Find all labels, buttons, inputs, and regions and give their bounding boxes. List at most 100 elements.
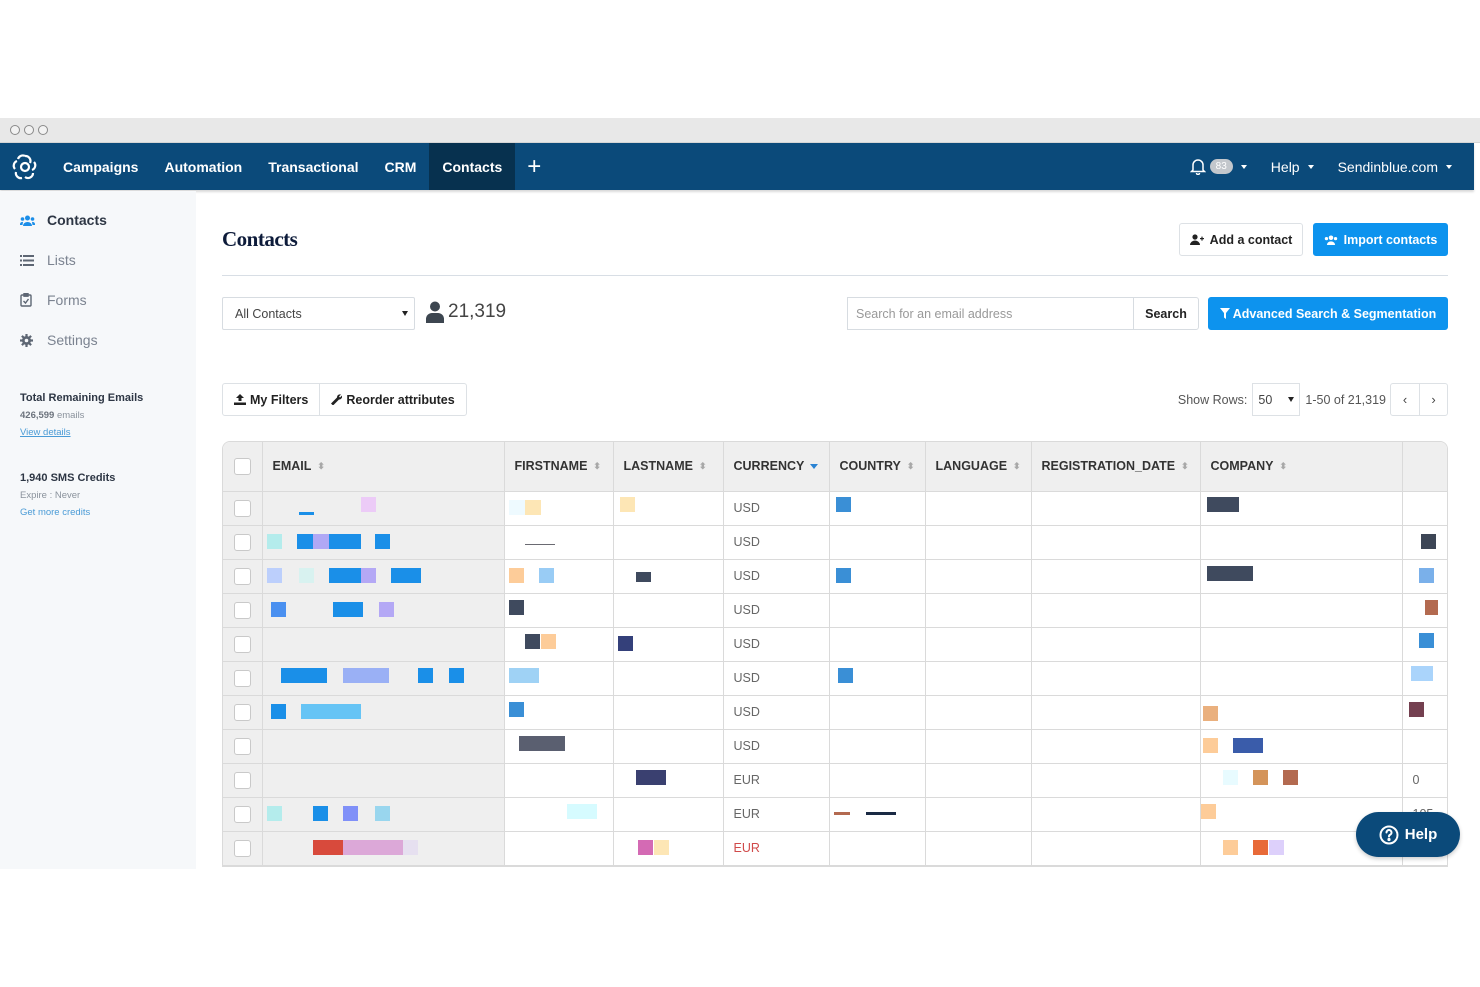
column-header-language[interactable]: LANGUAGE ⬍: [925, 442, 1032, 492]
row-checkbox[interactable]: [233, 533, 251, 551]
table-row[interactable]: USD: [223, 695, 1447, 730]
country-cell: [829, 763, 926, 798]
select-all-checkbox-cell: [223, 442, 263, 492]
column-header-company[interactable]: COMPANY ⬍: [1200, 442, 1403, 492]
currency-cell: USD: [723, 559, 830, 594]
sort-icon: ⬍: [1279, 461, 1288, 472]
advanced-search-button[interactable]: Advanced Search & Segmentation: [1208, 297, 1448, 330]
email-cell: [262, 661, 505, 696]
row-checkbox[interactable]: [233, 737, 251, 755]
window-titlebar: [0, 118, 1480, 143]
company-cell: [1200, 763, 1403, 798]
redacted-value-block: [332, 601, 363, 617]
rows-per-page-select[interactable]: 50: [1252, 383, 1301, 416]
add-contact-button[interactable]: Add a contact: [1179, 223, 1303, 256]
email-cell: [262, 525, 505, 560]
column-header-registration-date[interactable]: REGISTRATION_DATE ⬍: [1031, 442, 1201, 492]
account-menu[interactable]: Sendinblue.com: [1326, 159, 1464, 175]
table-row[interactable]: EUR: [223, 831, 1447, 866]
lastname-cell: [613, 491, 724, 526]
email-cell: [262, 491, 505, 526]
redacted-value-block: [1408, 701, 1424, 717]
row-checkbox[interactable]: [233, 499, 251, 517]
column-header-extra[interactable]: [1402, 442, 1447, 492]
caret-down-icon: [402, 311, 408, 316]
table-row[interactable]: USD: [223, 729, 1447, 764]
list-selector[interactable]: All Contacts: [222, 297, 415, 330]
column-header-email[interactable]: EMAIL ⬍: [262, 442, 505, 492]
redacted-value-block: [524, 543, 555, 545]
next-page-button[interactable]: ›: [1419, 384, 1447, 415]
language-cell: [925, 593, 1032, 628]
sidebar-item-forms[interactable]: Forms: [0, 280, 196, 320]
column-header-firstname[interactable]: FIRSTNAME ⬍: [504, 442, 614, 492]
email-credits-panel: Total Remaining Emails 426,599 emails Vi…: [0, 392, 196, 438]
view-details-link[interactable]: View details: [20, 427, 176, 438]
get-more-credits-link[interactable]: Get more credits: [20, 507, 176, 518]
table-row[interactable]: USD: [223, 661, 1447, 696]
nav-transactional[interactable]: Transactional: [255, 143, 371, 190]
window-maximize-button[interactable]: [38, 125, 48, 135]
nav-automation[interactable]: Automation: [151, 143, 255, 190]
contacts-table: EMAIL ⬍ FIRSTNAME ⬍ LASTNAME ⬍ CURRENCY COU…: [222, 441, 1448, 867]
sidebar-item-settings[interactable]: Settings: [0, 320, 196, 360]
window-close-button[interactable]: [10, 125, 20, 135]
sort-icon: ⬍: [317, 461, 325, 472]
row-checkbox[interactable]: [233, 771, 251, 789]
table-row[interactable]: USD: [223, 525, 1447, 560]
sort-descending-icon: [810, 464, 819, 470]
previous-page-button[interactable]: ‹: [1391, 384, 1419, 415]
my-filters-button[interactable]: My Filters: [223, 384, 319, 415]
redacted-value-block: [270, 601, 286, 617]
language-cell: [925, 525, 1032, 560]
notifications-dropdown[interactable]: 83: [1178, 158, 1259, 175]
country-cell: [829, 695, 926, 730]
table-row[interactable]: EUR 0: [223, 763, 1447, 798]
window-minimize-button[interactable]: [24, 125, 34, 135]
import-contacts-button[interactable]: Import contacts: [1313, 223, 1448, 256]
firstname-cell: [504, 525, 614, 560]
help-widget-button[interactable]: Help: [1356, 812, 1460, 857]
email-search-input[interactable]: Search for an email address: [847, 297, 1134, 330]
firstname-cell: [504, 695, 614, 730]
chevron-down-icon: [1446, 164, 1452, 169]
select-all-checkbox[interactable]: [233, 457, 251, 475]
help-menu[interactable]: Help: [1259, 159, 1326, 175]
sidebar-item-contacts[interactable]: Contacts: [0, 200, 196, 240]
currency-cell: USD: [723, 661, 830, 696]
row-checkbox[interactable]: [233, 805, 251, 823]
add-app-plus-icon[interactable]: +: [515, 143, 553, 190]
table-row[interactable]: USD: [223, 593, 1447, 628]
table-row[interactable]: USD: [223, 559, 1447, 594]
row-checkbox[interactable]: [233, 567, 251, 585]
column-header-country[interactable]: COUNTRY ⬍: [829, 442, 926, 492]
users-icon: [1324, 234, 1337, 245]
row-checkbox[interactable]: [233, 635, 251, 653]
country-cell: [829, 831, 926, 866]
row-checkbox-cell: [223, 729, 263, 764]
column-header-currency[interactable]: CURRENCY: [723, 442, 830, 492]
nav-campaigns[interactable]: Campaigns: [50, 143, 151, 190]
registration-date-cell: [1031, 525, 1201, 560]
row-checkbox[interactable]: [233, 601, 251, 619]
column-header-lastname[interactable]: LASTNAME ⬍: [613, 442, 724, 492]
table-row[interactable]: EUR105: [223, 797, 1447, 832]
row-checkbox[interactable]: [233, 669, 251, 687]
nav-contacts[interactable]: Contacts: [429, 143, 516, 190]
reorder-attributes-button[interactable]: Reorder attributes: [319, 384, 465, 415]
registration-date-cell: [1031, 797, 1201, 832]
table-row[interactable]: USD: [223, 627, 1447, 662]
row-checkbox[interactable]: [233, 839, 251, 857]
nav-crm[interactable]: CRM: [372, 143, 430, 190]
sendinblue-logo-icon[interactable]: [0, 143, 50, 190]
registration-date-cell: [1031, 729, 1201, 764]
registration-date-cell: [1031, 627, 1201, 662]
email-cell: [262, 729, 505, 764]
search-button[interactable]: Search: [1133, 297, 1199, 330]
currency-cell: USD: [723, 491, 830, 526]
email-cell: [262, 763, 505, 798]
country-cell: [829, 491, 926, 526]
row-checkbox[interactable]: [233, 703, 251, 721]
sidebar-item-lists[interactable]: Lists: [0, 240, 196, 280]
table-row[interactable]: USD: [223, 491, 1447, 526]
